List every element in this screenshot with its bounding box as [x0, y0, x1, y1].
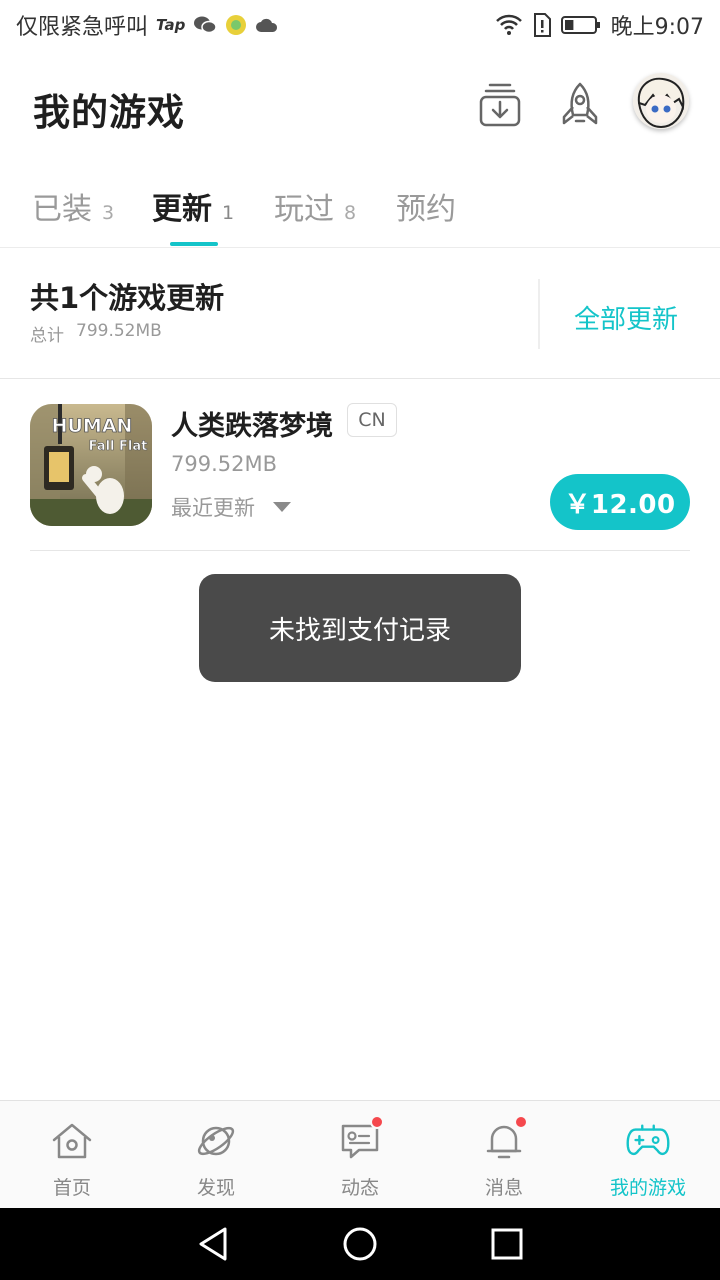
- tab-installed-label: 已装: [32, 192, 92, 227]
- tab-updates-label: 更新: [152, 192, 212, 227]
- summary-title: 共1个游戏更新: [30, 281, 225, 315]
- messages-badge-dot: [514, 1115, 528, 1129]
- summary-total-label: 总计: [30, 326, 64, 346]
- recents-square-icon: [491, 1228, 523, 1260]
- battery-icon: [560, 15, 601, 35]
- chat-icon: [338, 1115, 384, 1163]
- tab-played[interactable]: 玩过 8: [274, 184, 356, 228]
- status-bar: 仅限紧急呼叫 Tap 晚上9:07: [0, 0, 720, 50]
- back-triangle-icon: [199, 1227, 227, 1261]
- tab-updates-count: 1: [222, 202, 235, 224]
- nav-my-games[interactable]: 我的游戏: [576, 1101, 720, 1209]
- summary-total-size: 799.52MB: [76, 321, 162, 341]
- app-notification-icon: [225, 14, 247, 36]
- nav-home-label: 首页: [52, 1177, 91, 1199]
- nav-feed-label: 动态: [340, 1177, 379, 1199]
- download-icon: [479, 83, 521, 127]
- status-left: 仅限紧急呼叫 Tap: [16, 9, 279, 41]
- buy-price-button[interactable]: ￥12.00: [550, 474, 690, 530]
- feed-badge-dot: [370, 1115, 384, 1129]
- clock-text: 晚上9:07: [610, 15, 704, 40]
- planet-icon: [194, 1119, 238, 1163]
- region-tag: CN: [347, 403, 397, 437]
- tab-updates[interactable]: 更新 1: [152, 184, 234, 228]
- recent-update-toggle[interactable]: 最近更新: [171, 492, 291, 522]
- game-size: 799.52MB: [171, 452, 278, 476]
- cloud-icon: [255, 17, 279, 33]
- header: 我的游戏: [0, 60, 720, 160]
- active-tab-indicator: [170, 242, 218, 246]
- recents-button[interactable]: [487, 1224, 527, 1264]
- update-summary: 共1个游戏更新 总计 799.52MB 全部更新: [0, 249, 720, 379]
- home-circle-icon: [343, 1227, 377, 1261]
- status-right: 晚上9:07: [495, 9, 704, 41]
- nav-feed[interactable]: 动态: [288, 1101, 432, 1209]
- toast-message: 未找到支付记录: [199, 574, 521, 682]
- nav-home[interactable]: 首页: [0, 1101, 144, 1209]
- game-name[interactable]: 人类跌落梦境: [171, 404, 333, 443]
- speed-up-button[interactable]: [555, 80, 605, 130]
- tap-notification-icon: Tap: [156, 16, 186, 34]
- page-title: 我的游戏: [33, 91, 185, 134]
- system-navigation-bar: [0, 1208, 720, 1280]
- summary-total: 总计 799.52MB: [30, 321, 162, 346]
- summary-divider: [538, 279, 540, 349]
- wifi-icon: [495, 14, 523, 36]
- tab-installed-count: 3: [102, 202, 115, 224]
- back-button[interactable]: [193, 1224, 233, 1264]
- game-icon-subtitle: Fall Flat: [89, 439, 148, 454]
- tab-bar: 已装 3 更新 1 玩过 8 预约: [0, 170, 720, 248]
- tab-played-label: 玩过: [274, 192, 334, 227]
- nav-messages-label: 消息: [484, 1177, 523, 1199]
- nav-my-games-label: 我的游戏: [609, 1177, 686, 1199]
- game-list-item[interactable]: HUMAN Fall Flat 人类跌落梦境 CN 799.52MB 最近更新 …: [30, 380, 690, 551]
- nav-messages[interactable]: 消息: [432, 1101, 576, 1209]
- home-button[interactable]: [340, 1224, 380, 1264]
- no-sim-icon: [533, 13, 551, 37]
- tab-installed[interactable]: 已装 3: [32, 184, 114, 228]
- bottom-navigation: 首页 发现 动态 消息 我的游戏: [0, 1100, 720, 1208]
- rocket-icon: [562, 82, 598, 125]
- gamepad-icon: [626, 1119, 670, 1163]
- recent-update-label: 最近更新: [171, 496, 255, 520]
- home-icon: [50, 1119, 94, 1163]
- user-avatar[interactable]: [633, 73, 689, 129]
- game-icon-title: HUMAN: [52, 415, 133, 437]
- bell-icon: [482, 1115, 528, 1163]
- tab-reserved-label: 预约: [396, 192, 456, 227]
- nav-discover[interactable]: 发现: [144, 1101, 288, 1209]
- wechat-icon: [193, 15, 218, 35]
- nav-discover-label: 发现: [196, 1177, 235, 1199]
- chevron-down-icon: [273, 502, 291, 512]
- game-icon[interactable]: HUMAN Fall Flat: [30, 404, 152, 526]
- update-all-button[interactable]: 全部更新: [574, 299, 678, 336]
- tab-played-count: 8: [344, 202, 357, 224]
- carrier-text: 仅限紧急呼叫: [16, 15, 149, 40]
- download-manager-button[interactable]: [475, 80, 525, 130]
- tab-reserved[interactable]: 预约: [396, 184, 456, 228]
